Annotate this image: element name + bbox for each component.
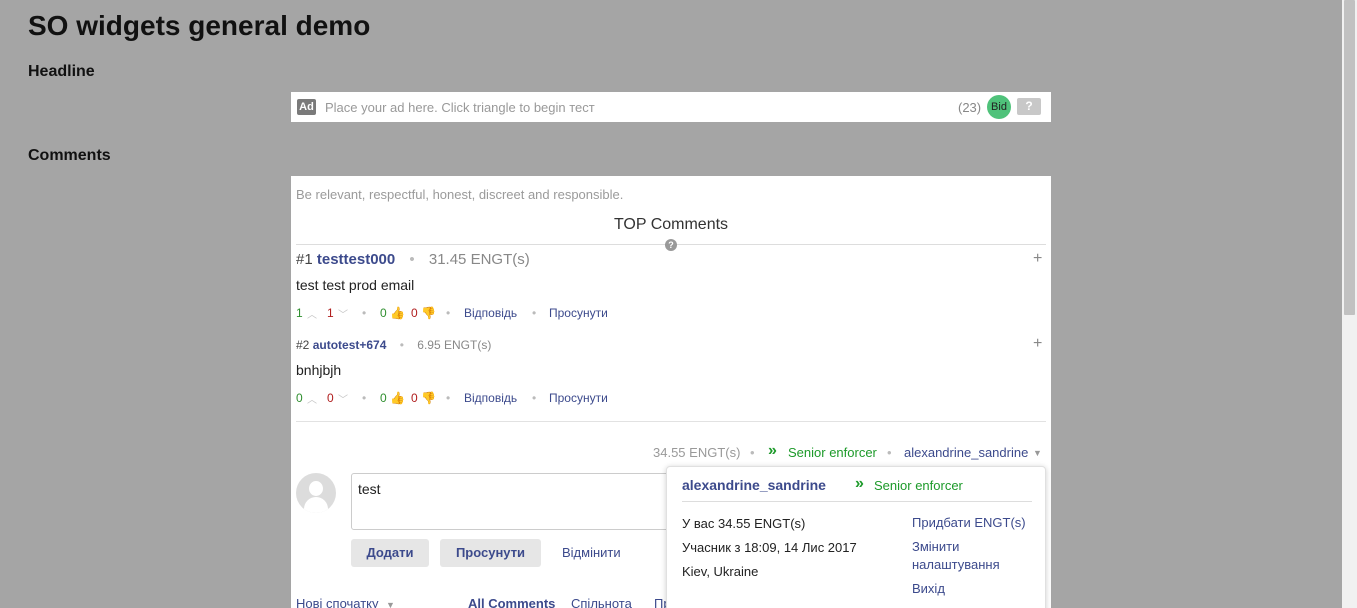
separator-dot: • (532, 391, 537, 405)
popup-location: Kiev, Ukraine (682, 564, 759, 579)
settings-link[interactable]: Змінити налаштування (912, 538, 1022, 574)
page-scrollbar[interactable] (1342, 0, 1357, 608)
avatar-body (304, 497, 328, 513)
like-count: 0 (380, 391, 387, 405)
promote-link[interactable]: Просунути (549, 306, 608, 320)
avatar-head (309, 481, 323, 496)
comment-author[interactable]: testtest000 (317, 251, 395, 268)
rank-chevron-icon: » (855, 475, 864, 492)
user-rank: Senior enforcer (788, 445, 877, 460)
like-count: 0 (380, 306, 387, 320)
chevron-down-icon[interactable]: ▼ (1033, 448, 1042, 458)
comments-divider (296, 421, 1046, 422)
thumbs-up-icon[interactable]: 👍 (390, 391, 405, 405)
user-menu-toggle[interactable]: alexandrine_sandrine (904, 445, 1028, 460)
cancel-button[interactable]: Відмінити (562, 545, 621, 560)
thumbs-up-icon[interactable]: 👍 (390, 306, 405, 320)
user-balance: 34.55 ENGT(s) (653, 445, 741, 460)
comment-author[interactable]: autotest+674 (313, 338, 387, 352)
comment-body: bnhjbjh (296, 362, 342, 378)
rank-chevron-icon: » (768, 442, 777, 459)
tab-community[interactable]: Спільнота (571, 596, 632, 608)
add-button[interactable]: Додати (351, 539, 429, 567)
popup-username[interactable]: alexandrine_sandrine (682, 477, 826, 493)
separator-dot: • (532, 306, 537, 320)
promote-link[interactable]: Просунути (549, 391, 608, 405)
reply-link[interactable]: Відповідь (464, 391, 517, 405)
downvote-count: 0 (327, 391, 334, 405)
separator-dot: • (750, 445, 755, 460)
expand-icon[interactable]: + (1033, 250, 1042, 268)
scrollbar-thumb[interactable] (1344, 0, 1355, 315)
upvote-icon[interactable]: ︿ (307, 391, 317, 406)
popup-divider (682, 501, 1032, 502)
avatar (296, 473, 336, 513)
buy-tokens-link[interactable]: Придбати ENGT(s) (912, 514, 1026, 532)
thumbs-down-icon[interactable]: 👎 (421, 391, 436, 405)
comment-score: 31.45 ENGT(s) (428, 251, 530, 268)
sort-order-select[interactable]: Нові спочатку (296, 596, 379, 608)
comment-input[interactable]: test (351, 473, 681, 530)
comment-header: #1 testtest000 • 31.45 ENGT(s) (296, 251, 530, 268)
user-popup: alexandrine_sandrine » Senior enforcer У… (666, 466, 1046, 608)
ad-bar[interactable]: Ad Place your ad here. Click triangle to… (291, 92, 1051, 122)
help-icon[interactable]: ? (665, 239, 677, 251)
comment-score: 6.95 ENGT(s) (417, 338, 492, 352)
popup-balance: У вас 34.55 ENGT(s) (682, 516, 806, 531)
comment-header: #2 autotest+674 • 6.95 ENGT(s) (296, 338, 491, 352)
upvote-icon[interactable]: ︿ (307, 306, 317, 321)
ad-text[interactable]: Place your ad here. Click triangle to be… (325, 100, 595, 115)
dislike-count: 0 (411, 306, 418, 320)
promote-button[interactable]: Просунути (440, 539, 541, 567)
tab-all-comments[interactable]: All Comments (468, 596, 555, 608)
logout-link[interactable]: Вихід (912, 580, 945, 598)
expand-icon[interactable]: + (1033, 335, 1042, 353)
separator-dot: • (399, 338, 404, 352)
separator-dot: • (409, 251, 415, 268)
upvote-count: 0 (296, 391, 303, 405)
bid-button[interactable]: Bid (987, 95, 1011, 119)
rules-text: Be relevant, respectful, honest, discree… (296, 187, 624, 202)
chevron-down-icon[interactable]: ▼ (386, 600, 395, 608)
comments-heading: Comments (28, 147, 111, 164)
separator-dot: • (887, 445, 892, 460)
top-comments-title: TOP Comments (613, 216, 729, 233)
comment-rank: #2 (296, 338, 310, 352)
separator-dot: • (446, 391, 451, 405)
ad-help-button[interactable]: ? (1017, 98, 1041, 115)
thumbs-down-icon[interactable]: 👎 (421, 306, 436, 320)
downvote-icon[interactable]: ﹀ (338, 391, 348, 406)
downvote-icon[interactable]: ﹀ (338, 306, 348, 321)
ad-count: (23) (958, 100, 982, 115)
comment-rank: #1 (296, 251, 313, 268)
comment-body: test test prod email (296, 277, 415, 293)
separator-dot: • (446, 306, 451, 320)
separator-dot: • (362, 391, 367, 405)
upvote-count: 1 (296, 306, 303, 320)
reply-link[interactable]: Відповідь (464, 306, 517, 320)
headline-heading: Headline (28, 63, 95, 80)
popup-member-since: Учасник з 18:09, 14 Лис 2017 (682, 540, 857, 555)
dislike-count: 0 (411, 391, 418, 405)
popup-rank: Senior enforcer (874, 478, 963, 493)
separator-dot: • (362, 306, 367, 320)
ad-badge: Ad (297, 99, 316, 115)
downvote-count: 1 (327, 306, 334, 320)
page-title: SO widgets general demo (28, 10, 371, 41)
